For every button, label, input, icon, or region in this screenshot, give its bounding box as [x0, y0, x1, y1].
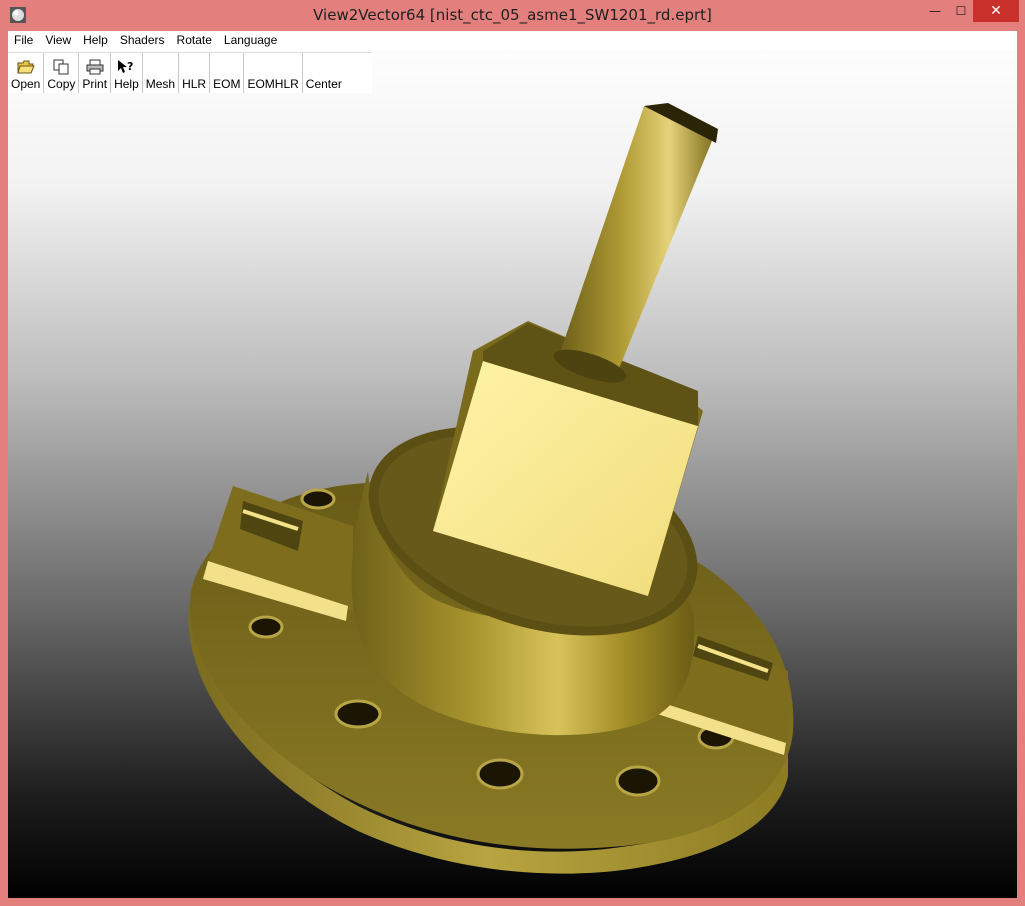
- copy-icon: [52, 58, 70, 76]
- help-button[interactable]: ? Help: [111, 53, 143, 93]
- copy-button[interactable]: Copy: [44, 53, 80, 93]
- client-area: File View Help Shaders Rotate Language O…: [8, 31, 1017, 898]
- eomhlr-button[interactable]: EOMHLR: [244, 53, 303, 93]
- center-button[interactable]: Center: [303, 53, 345, 93]
- menu-view[interactable]: View: [39, 31, 77, 50]
- shaft: [560, 106, 716, 371]
- menu-bar: File View Help Shaders Rotate Language: [8, 31, 1017, 50]
- print-button[interactable]: Print: [79, 53, 112, 93]
- close-button[interactable]: ✕: [973, 0, 1019, 22]
- copy-button-label: Copy: [47, 77, 76, 91]
- application-window: View2Vector64 [nist_ctc_05_asme1_SW1201_…: [0, 0, 1025, 906]
- 3d-viewport[interactable]: [8, 31, 1017, 898]
- center-button-label: Center: [305, 77, 342, 91]
- hlr-button[interactable]: HLR: [179, 53, 211, 93]
- hlr-button-label: HLR: [182, 77, 207, 91]
- printer-icon: [86, 58, 104, 76]
- title-bar[interactable]: View2Vector64 [nist_ctc_05_asme1_SW1201_…: [0, 0, 1025, 30]
- menu-shaders[interactable]: Shaders: [114, 31, 171, 50]
- menu-help[interactable]: Help: [77, 31, 114, 50]
- help-cursor-icon: ?: [117, 58, 135, 76]
- minimize-button[interactable]: —: [920, 0, 950, 22]
- maximize-button[interactable]: ☐: [948, 0, 974, 22]
- eom-button-label: EOM: [213, 77, 241, 91]
- svg-text:?: ?: [127, 60, 133, 73]
- help-button-label: Help: [114, 77, 139, 91]
- window-title: View2Vector64 [nist_ctc_05_asme1_SW1201_…: [313, 6, 712, 24]
- open-folder-icon: [17, 58, 35, 76]
- menu-file[interactable]: File: [8, 31, 39, 50]
- open-button-label: Open: [11, 77, 41, 91]
- open-button[interactable]: Open: [8, 53, 45, 93]
- toolbar: Open Copy Print ? Help Mesh HLR EOM EOMH…: [8, 52, 372, 93]
- menu-language[interactable]: Language: [218, 31, 283, 50]
- mesh-button-label: Mesh: [145, 77, 176, 91]
- mesh-button[interactable]: Mesh: [143, 53, 180, 93]
- menu-rotate[interactable]: Rotate: [171, 31, 218, 50]
- eom-button[interactable]: EOM: [210, 53, 245, 93]
- print-button-label: Print: [82, 77, 108, 91]
- eomhlr-button-label: EOMHLR: [247, 77, 299, 91]
